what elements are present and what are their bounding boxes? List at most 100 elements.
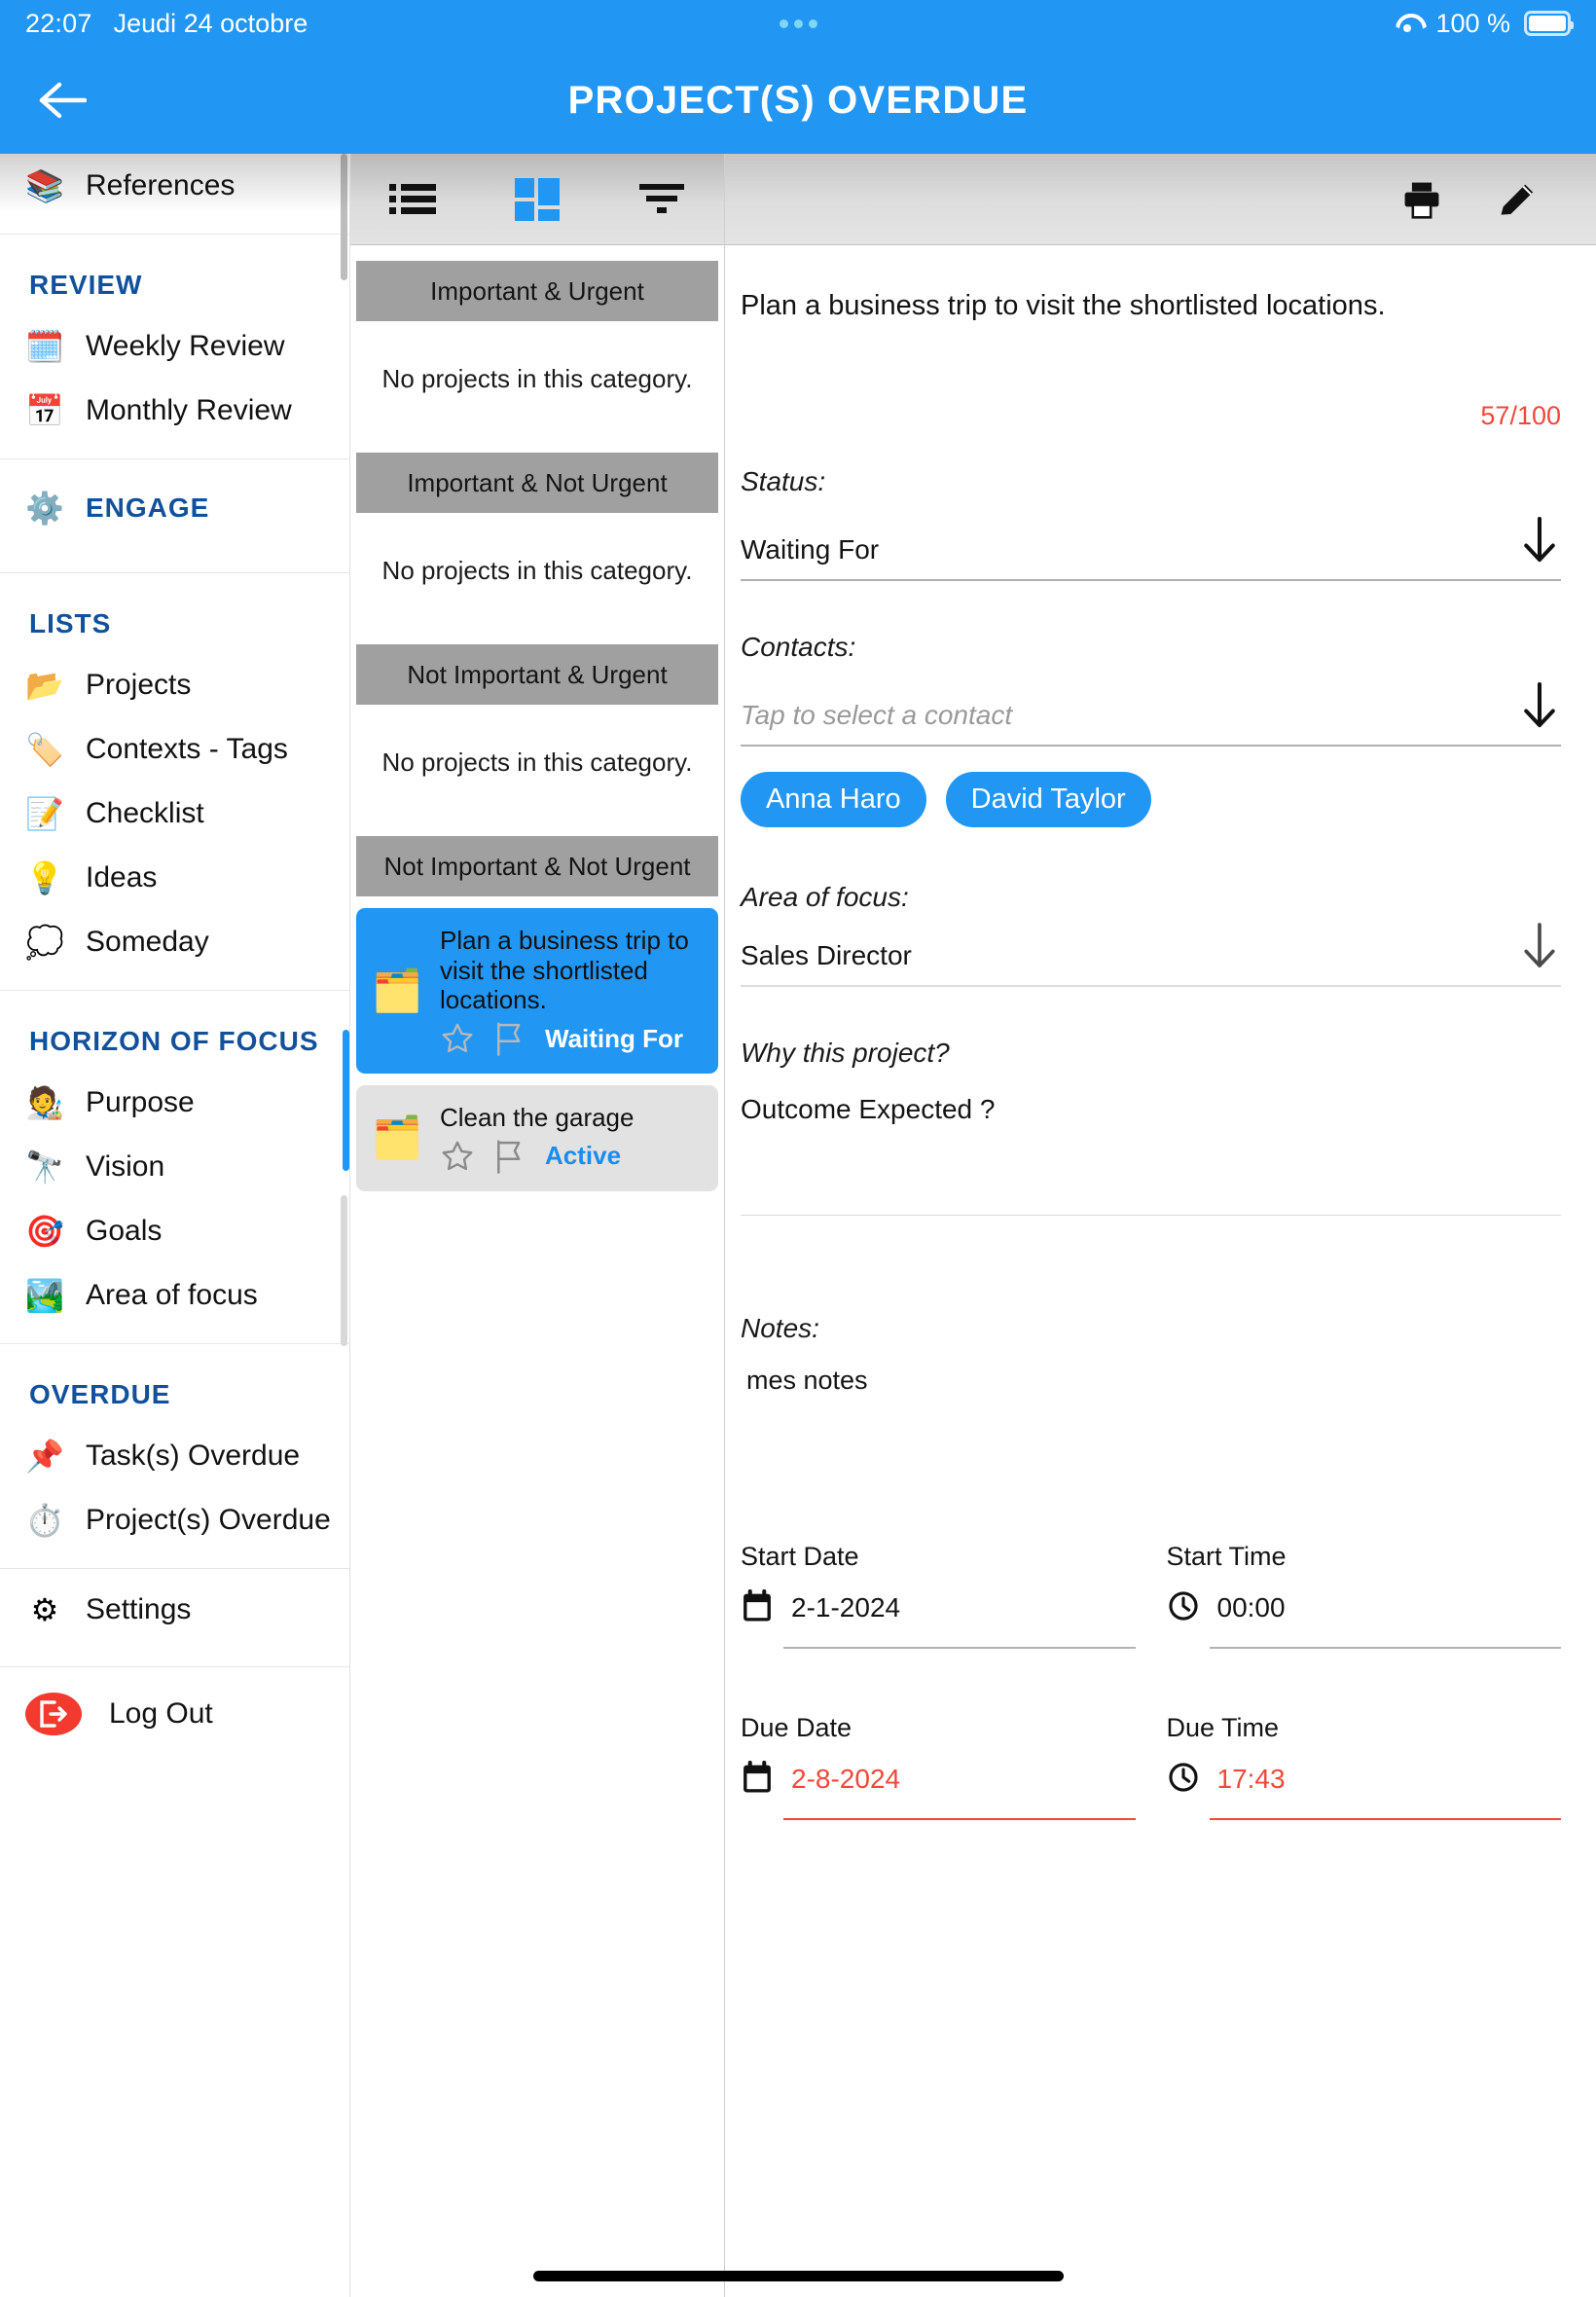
sidebar-item-area-of-focus[interactable]: 🏞️ Area of focus bbox=[0, 1263, 349, 1328]
contacts-placeholder: Tap to select a contact bbox=[741, 699, 1013, 730]
sidebar-item-settings[interactable]: ⚙ Settings bbox=[0, 1569, 349, 1651]
sidebar-item-projects[interactable]: 📂 Projects bbox=[0, 653, 349, 717]
star-outline-icon[interactable] bbox=[440, 1021, 475, 1056]
start-date-label: Start Date bbox=[741, 1541, 859, 1571]
filter-button[interactable] bbox=[625, 163, 699, 237]
sidebar-scrollbar-active[interactable] bbox=[343, 1030, 349, 1171]
checklist-icon: 📝 bbox=[25, 796, 64, 831]
notes-value[interactable]: mes notes bbox=[741, 1344, 1561, 1396]
print-button[interactable] bbox=[1388, 165, 1456, 234]
sidebar-item-tasks-overdue[interactable]: 📌 Task(s) Overdue bbox=[0, 1424, 349, 1488]
edit-button[interactable] bbox=[1483, 165, 1551, 234]
due-date-field: Due Date 2-8-2024 bbox=[741, 1713, 1136, 1820]
start-date-underline bbox=[783, 1646, 1136, 1649]
sidebar-item-someday[interactable]: 💭 Someday bbox=[0, 910, 349, 974]
sidebar-item-label: Projects bbox=[86, 668, 192, 701]
app-bar: PROJECT(S) OVERDUE bbox=[0, 47, 1596, 154]
lightbulb-icon: 💡 bbox=[25, 860, 64, 895]
project-card[interactable]: 🗂️ Plan a business trip to visit the sho… bbox=[356, 908, 718, 1075]
list-icon bbox=[389, 183, 436, 214]
category-header[interactable]: Not Important & Urgent bbox=[356, 644, 718, 705]
books-icon: 📚 bbox=[25, 168, 64, 203]
star-outline-icon[interactable] bbox=[440, 1139, 475, 1174]
sidebar-item-contexts-tags[interactable]: 🏷️ Contexts - Tags bbox=[0, 717, 349, 782]
logout-icon bbox=[25, 1693, 82, 1735]
sidebar-section-engage: ENGAGE bbox=[86, 492, 210, 523]
sidebar-item-monthly-review[interactable]: 📅 Monthly Review bbox=[0, 379, 349, 443]
project-card-body: Clean the garage Active bbox=[440, 1103, 705, 1174]
list-view-button[interactable] bbox=[376, 163, 450, 237]
why-project-value[interactable]: Outcome Expected ? bbox=[741, 1069, 1561, 1125]
sidebar-scrollbar-lower[interactable] bbox=[341, 1195, 347, 1346]
flag-outline-icon[interactable] bbox=[492, 1021, 527, 1056]
arrow-down-icon[interactable] bbox=[1518, 680, 1561, 731]
project-card-status: Active bbox=[545, 1141, 622, 1171]
matrix-view-button[interactable] bbox=[500, 163, 574, 237]
battery-percent-label: 100 % bbox=[1435, 8, 1510, 38]
arrow-down-icon[interactable] bbox=[1518, 515, 1561, 565]
sidebar-item-goals[interactable]: 🎯 Goals bbox=[0, 1199, 349, 1263]
status-row[interactable]: Waiting For bbox=[741, 497, 1561, 565]
sidebar-item-engage[interactable]: ⚙️ ENGAGE bbox=[0, 459, 349, 557]
due-time-value: 17:43 bbox=[1216, 1764, 1286, 1795]
folder-search-icon: 🗂️ bbox=[372, 967, 423, 1013]
flag-outline-icon[interactable] bbox=[492, 1139, 527, 1174]
start-date-value: 2-1-2024 bbox=[791, 1592, 901, 1623]
arrow-down-icon[interactable] bbox=[1518, 921, 1561, 971]
sidebar-item-checklist[interactable]: 📝 Checklist bbox=[0, 782, 349, 846]
clock-icon bbox=[1167, 1759, 1200, 1801]
start-time-label: Start Time bbox=[1166, 1541, 1287, 1571]
stopwatch-warning-icon: ⏱️ bbox=[25, 1503, 64, 1538]
sidebar-item-label: Goals bbox=[86, 1214, 163, 1247]
printer-icon bbox=[1404, 182, 1439, 219]
sidebar-item-ideas[interactable]: 💡 Ideas bbox=[0, 846, 349, 910]
sidebar: 📚 References REVIEW 🗓️ Weekly Review 📅 M… bbox=[0, 154, 350, 2297]
sidebar-item-logout[interactable]: Log Out bbox=[0, 1667, 349, 1748]
area-of-focus-row[interactable]: Sales Director bbox=[741, 913, 1561, 971]
gears-icon: ⚙️ bbox=[25, 491, 64, 526]
project-card-title: Clean the garage bbox=[440, 1103, 635, 1133]
due-date-label: Due Date bbox=[741, 1712, 852, 1742]
sidebar-item-purpose[interactable]: 🧑‍🎨 Purpose bbox=[0, 1071, 349, 1135]
contacts-row[interactable]: Tap to select a contact bbox=[741, 663, 1561, 731]
category-empty-text: No projects in this category. bbox=[381, 364, 693, 393]
detail-body: Plan a business trip to visit the shortl… bbox=[725, 245, 1596, 1820]
sidebar-scrollbar-top[interactable] bbox=[341, 154, 347, 280]
contacts-field: Contacts: Tap to select a contact Anna H… bbox=[741, 632, 1561, 827]
status-bar: 22:07 Jeudi 24 octobre 100 % bbox=[0, 0, 1596, 47]
project-card-meta: Active bbox=[440, 1139, 705, 1174]
sidebar-item-references[interactable]: 📚 References bbox=[0, 154, 349, 218]
sidebar-item-projects-overdue[interactable]: ⏱️ Project(s) Overdue bbox=[0, 1488, 349, 1552]
project-detail-panel: Plan a business trip to visit the shortl… bbox=[725, 154, 1596, 2297]
battery-full-icon bbox=[1524, 11, 1574, 36]
category-header[interactable]: Not Important & Not Urgent bbox=[356, 836, 718, 896]
clock-icon bbox=[1167, 1587, 1200, 1629]
pencil-icon bbox=[1501, 184, 1534, 215]
logout-glyph bbox=[40, 1700, 67, 1728]
sidebar-item-label: Monthly Review bbox=[86, 393, 292, 426]
calendar-week-icon: 🗓️ bbox=[25, 329, 64, 364]
due-time-row[interactable]: 17:43 bbox=[1167, 1743, 1562, 1801]
status-bar-center bbox=[0, 18, 1596, 28]
project-card-meta: Waiting For bbox=[440, 1021, 705, 1056]
page-title: PROJECT(S) OVERDUE bbox=[567, 78, 1029, 122]
contact-chip[interactable]: David Taylor bbox=[945, 771, 1151, 827]
status-bar-right: 100 % bbox=[1393, 0, 1574, 47]
project-card[interactable]: 🗂️ Clean the garage Active bbox=[356, 1085, 718, 1191]
project-list-toolbar bbox=[350, 154, 724, 245]
due-time-field: Due Time 17:43 bbox=[1167, 1713, 1562, 1820]
start-time-row[interactable]: 00:00 bbox=[1167, 1572, 1562, 1629]
contact-chip[interactable]: Anna Haro bbox=[741, 771, 926, 827]
sidebar-item-weekly-review[interactable]: 🗓️ Weekly Review bbox=[0, 314, 349, 379]
sidebar-item-label: References bbox=[86, 168, 236, 201]
category-header[interactable]: Important & Not Urgent bbox=[356, 453, 718, 513]
category-empty-text: No projects in this category. bbox=[381, 556, 693, 585]
why-project-label: Why this project? bbox=[741, 1037, 950, 1068]
main-panes: 📚 References REVIEW 🗓️ Weekly Review 📅 M… bbox=[0, 154, 1596, 2297]
sidebar-item-vision[interactable]: 🔭 Vision bbox=[0, 1135, 349, 1199]
due-date-row[interactable]: 2-8-2024 bbox=[741, 1743, 1136, 1801]
start-date-row[interactable]: 2-1-2024 bbox=[741, 1572, 1136, 1629]
sidebar-item-label: Ideas bbox=[86, 860, 158, 893]
area-of-focus-field: Area of focus: Sales Director bbox=[741, 882, 1561, 987]
category-header[interactable]: Important & Urgent bbox=[356, 261, 718, 321]
